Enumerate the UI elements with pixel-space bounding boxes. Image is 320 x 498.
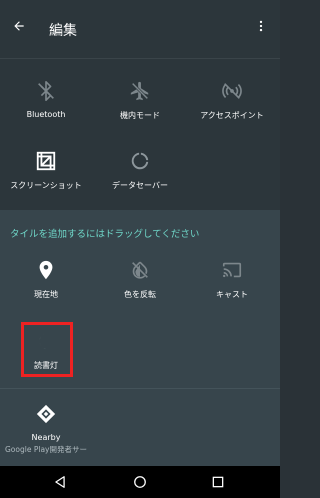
tile-label: 現在地: [34, 290, 58, 299]
nav-recents-button[interactable]: [208, 472, 228, 492]
nearby-icon: [36, 404, 56, 424]
nav-back-button[interactable]: [50, 472, 70, 492]
tile-data-saver[interactable]: データセーバー: [94, 150, 186, 191]
tile-cast[interactable]: キャスト: [186, 259, 278, 300]
page-title: 編集: [49, 23, 77, 39]
tile-label: キャスト: [216, 290, 248, 299]
overflow-menu-button[interactable]: [248, 13, 274, 39]
tile-hotspot[interactable]: アクセスポイント: [186, 80, 278, 121]
drag-hint-text: タイルを追加するにはドラッグしてください: [10, 229, 200, 240]
tile-invert-colors[interactable]: 色を反転: [94, 259, 186, 300]
tile-label: Nearby: [31, 433, 61, 442]
tile-airplane-mode[interactable]: 機内モード: [94, 80, 186, 121]
screenshot-icon: [36, 151, 56, 171]
more-vert-icon: [259, 20, 263, 32]
cast-icon: [222, 262, 242, 278]
tile-label: スクリーンショット: [10, 181, 82, 190]
nav-recents-icon: [212, 476, 224, 488]
tile-label: 色を反転: [124, 290, 156, 299]
divider: [0, 58, 280, 59]
tile-sublabel: Google Play開発者サー: [5, 445, 87, 454]
tile-label: Bluetooth: [26, 110, 66, 119]
tile-label: データセーバー: [112, 181, 168, 190]
tile-label: 機内モード: [120, 111, 160, 120]
back-button[interactable]: [6, 13, 32, 39]
nav-home-button[interactable]: [130, 472, 150, 492]
location-icon: [39, 260, 53, 280]
divider: [0, 388, 280, 389]
quick-settings-editor: 編集 Bluetooth 機内モード アクセスポイント スクリーンショット デー…: [0, 0, 280, 498]
nav-back-icon: [55, 476, 65, 488]
tile-screenshot[interactable]: スクリーンショット: [0, 150, 92, 191]
invert-colors-icon: [132, 261, 148, 279]
tile-label: アクセスポイント: [200, 111, 264, 120]
navigation-bar: [0, 466, 280, 498]
nav-home-icon: [134, 476, 146, 488]
tile-nearby[interactable]: Nearby Google Play開発者サー: [0, 403, 92, 455]
hotspot-disabled-icon: [222, 83, 242, 99]
highlight-box: [21, 322, 73, 377]
bluetooth-disabled-icon: [38, 81, 54, 101]
tile-location[interactable]: 現在地: [0, 259, 92, 300]
airplane-mode-icon: [130, 81, 149, 101]
data-saver-icon: [131, 152, 149, 170]
toolbar: 編集: [0, 0, 280, 58]
tile-bluetooth[interactable]: Bluetooth: [0, 80, 92, 119]
back-arrow-icon: [14, 21, 24, 31]
